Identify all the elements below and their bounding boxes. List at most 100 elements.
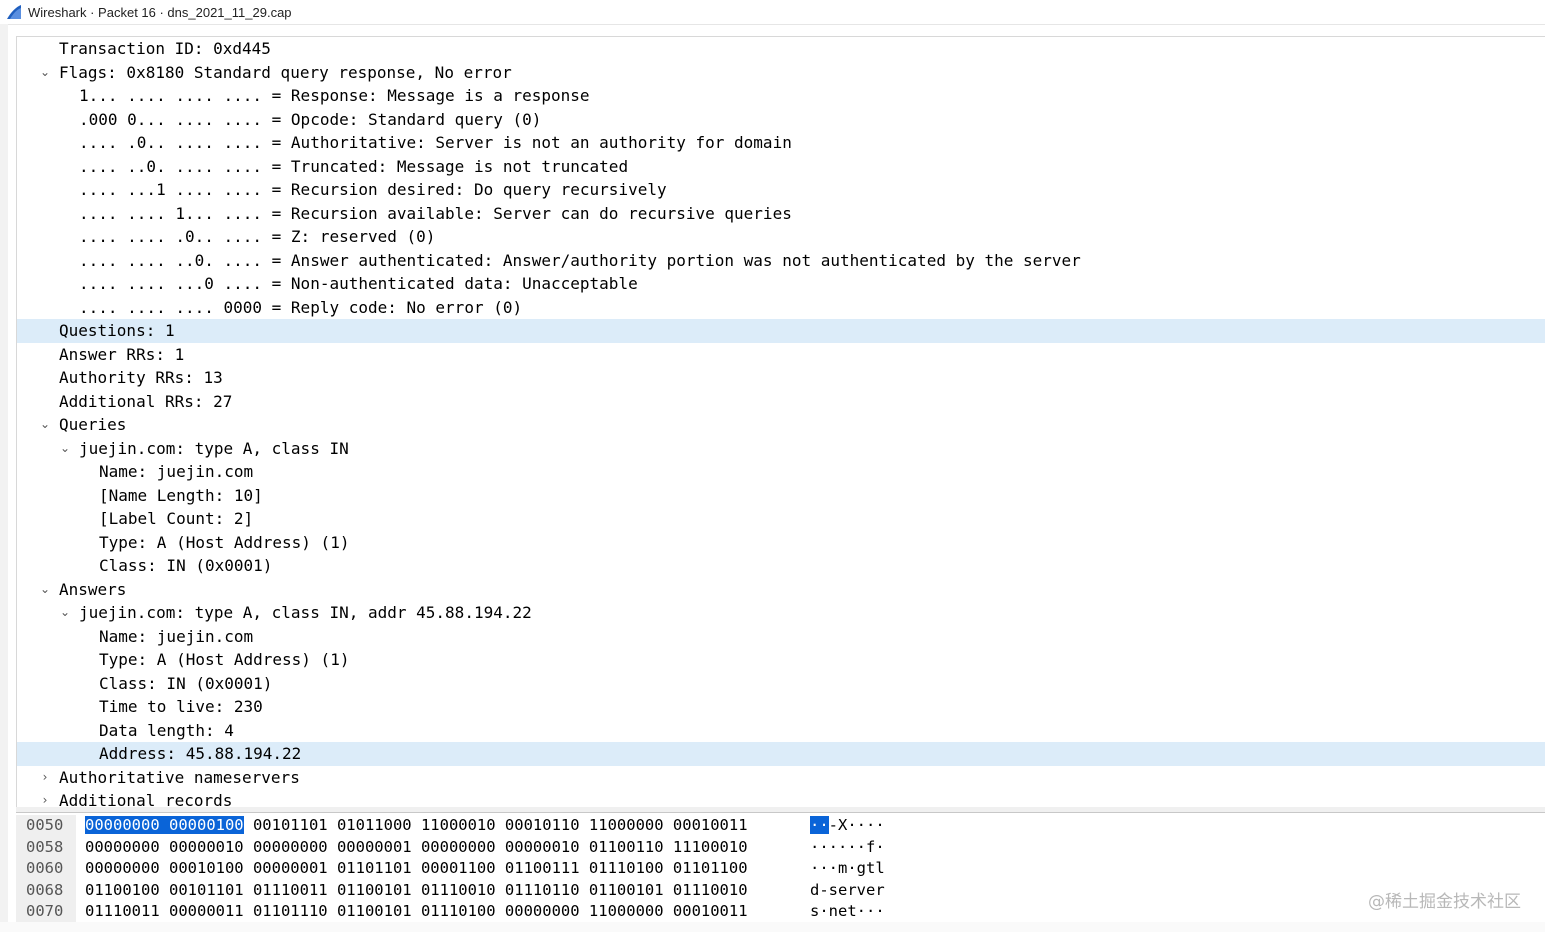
bytes-row[interactable]: 0060 00000000 00010100 00000001 01101101 …: [16, 858, 1545, 880]
tree-row-label: Authoritative nameservers: [59, 767, 300, 787]
tree-row[interactable]: ⌄ Flags: 0x8180 Standard query response, …: [17, 61, 1545, 85]
tree-row-label: .... ...1 .... .... = Recursion desired:…: [79, 180, 667, 199]
hex-bytes-text: 00000000 00000010 00000000 00000001 0000…: [85, 837, 748, 856]
hex-bytes-text: 00000000 00010100 00000001 01101101 0000…: [85, 859, 748, 878]
tree-row-label: .... .0.. .... .... = Authoritative: Ser…: [79, 133, 792, 152]
tree-row[interactable]: Transaction ID: 0xd445: [17, 37, 1545, 61]
tree-row[interactable]: .... .... 1... .... = Recursion availabl…: [17, 202, 1545, 226]
tree-row[interactable]: Name: juejin.com: [17, 625, 1545, 649]
chevron-down-icon[interactable]: ⌄: [59, 437, 71, 461]
selected-ascii[interactable]: ··: [810, 816, 829, 834]
tree-row[interactable]: [Name Length: 10]: [17, 484, 1545, 508]
tree-row[interactable]: ⌄ Queries: [17, 413, 1545, 437]
tree-row[interactable]: › Additional records: [17, 789, 1545, 808]
byte-offset: 0058: [16, 836, 76, 859]
hex-bytes-text: 01110011 00000011 01101110 01100101 0111…: [85, 902, 748, 921]
chevron-down-icon[interactable]: ⌄: [39, 413, 51, 437]
tree-row[interactable]: › Authoritative nameservers: [17, 766, 1545, 790]
tree-row[interactable]: Class: IN (0x0001): [17, 672, 1545, 696]
ascii-text: ···m·gtl: [810, 859, 885, 878]
tree-row[interactable]: [Label Count: 2]: [17, 507, 1545, 531]
tree-row-label: Type: A (Host Address) (1): [99, 532, 350, 552]
chevron-right-icon[interactable]: ›: [39, 766, 51, 790]
chevron-down-icon[interactable]: ⌄: [59, 601, 71, 625]
tree-row-label: Flags: 0x8180 Standard query response, N…: [59, 62, 512, 82]
left-gutter: [0, 24, 8, 932]
packet-details-pane[interactable]: Transaction ID: 0xd445 ⌄ Flags: 0x8180 Sta…: [16, 36, 1545, 808]
selected-bytes[interactable]: 00000000 00000100: [85, 816, 244, 834]
tree-row[interactable]: .... .0.. .... .... = Authoritative: Ser…: [17, 131, 1545, 155]
tree-row-label: .... .... .0.. .... = Z: reserved (0): [79, 227, 436, 246]
tree-row-label: Type: A (Host Address) (1): [99, 650, 350, 669]
tree-row-label: Name: juejin.com: [99, 462, 254, 481]
tree-row[interactable]: Class: IN (0x0001): [17, 554, 1545, 578]
tree-row-label: Transaction ID: 0xd445: [59, 39, 271, 58]
tree-row[interactable]: Data length: 4: [17, 719, 1545, 743]
ascii-text: ······f·: [810, 837, 885, 856]
tree-row[interactable]: 1... .... .... .... = Response: Message …: [17, 84, 1545, 108]
hex-bytes[interactable]: 01100100 00101101 01110011 01100101 0111…: [85, 880, 748, 902]
tree-row-label: Queries: [59, 415, 127, 434]
ascii-text: s·net···: [810, 902, 885, 921]
packet-bytes-pane[interactable]: 0050 00000000 00000100 00101101 01011000 …: [16, 812, 1545, 923]
tree-row-label: Additional records: [59, 791, 233, 808]
byte-offset: 0068: [16, 879, 76, 902]
ascii-bytes[interactable]: ······f·: [810, 837, 885, 859]
tree-row-label: .000 0... .... .... = Opcode: Standard q…: [79, 109, 542, 129]
tree-row[interactable]: Address: 45.88.194.22: [17, 742, 1545, 766]
ascii-bytes[interactable]: ···m·gtl: [810, 858, 885, 880]
tree-row[interactable]: ⌄ juejin.com: type A, class IN, addr 45.8…: [17, 601, 1545, 625]
ascii-bytes[interactable]: ··-X····: [810, 815, 885, 837]
tree-row-label: 1... .... .... .... = Response: Message …: [79, 86, 590, 105]
hex-bytes[interactable]: 00000000 00000010 00000000 00000001 0000…: [85, 837, 748, 859]
window-title: Wireshark · Packet 16 · dns_2021_11_29.c…: [28, 4, 292, 20]
tree-row-label: .... .... .... 0000 = Reply code: No err…: [79, 297, 523, 317]
tree-row-label: .... .... ..0. .... = Answer authenticat…: [79, 250, 1081, 270]
tree-row-label: Class: IN (0x0001): [99, 673, 273, 693]
tree-row[interactable]: .... .... .0.. .... = Z: reserved (0): [17, 225, 1545, 249]
tree-row[interactable]: Questions: 1: [17, 319, 1545, 343]
ascii-bytes[interactable]: s·net···: [810, 901, 885, 923]
tree-row-label: Data length: 4: [99, 720, 234, 740]
tree-row[interactable]: .000 0... .... .... = Opcode: Standard q…: [17, 108, 1545, 132]
tree-row-label: Questions: 1: [59, 321, 175, 340]
bytes-row[interactable]: 0050 00000000 00000100 00101101 01011000 …: [16, 815, 1545, 837]
tree-row[interactable]: .... ..0. .... .... = Truncated: Message…: [17, 155, 1545, 179]
bytes-row[interactable]: 0058 00000000 00000010 00000000 00000001 …: [16, 836, 1545, 859]
byte-offset: 0060: [16, 858, 76, 880]
bottom-edge: [0, 922, 1545, 932]
tree-row-label: Authority RRs: 13: [59, 368, 223, 387]
tree-row[interactable]: .... ...1 .... .... = Recursion desired:…: [17, 178, 1545, 202]
chevron-down-icon[interactable]: ⌄: [39, 61, 51, 85]
hex-bytes[interactable]: 01110011 00000011 01101110 01100101 0111…: [85, 901, 748, 923]
tree-row-label: Answers: [59, 579, 127, 599]
tree-row[interactable]: Authority RRs: 13: [17, 366, 1545, 390]
hex-bytes[interactable]: 00000000 00000100 00101101 01011000 1100…: [85, 815, 748, 837]
chevron-down-icon[interactable]: ⌄: [39, 578, 51, 602]
tree-row-label: juejin.com: type A, class IN: [79, 438, 349, 458]
hex-bytes[interactable]: 00000000 00010100 00000001 01101101 0000…: [85, 858, 748, 880]
tree-row[interactable]: ⌄ juejin.com: type A, class IN: [17, 437, 1545, 461]
ascii-text: d-server: [810, 880, 885, 899]
tree-row[interactable]: .... .... .... 0000 = Reply code: No err…: [17, 296, 1545, 320]
bytes-row[interactable]: 0070 01110011 00000011 01101110 01100101 …: [16, 901, 1545, 923]
watermark: @稀土掘金技术社区: [1368, 892, 1521, 912]
tree-row[interactable]: Additional RRs: 27: [17, 390, 1545, 414]
tree-row-label: juejin.com: type A, class IN, addr 45.88…: [79, 603, 532, 622]
tree-row[interactable]: .... .... ..0. .... = Answer authenticat…: [17, 249, 1545, 273]
tree-row-label: .... .... 1... .... = Recursion availabl…: [79, 203, 792, 223]
bytes-row[interactable]: 0068 01100100 00101101 01110011 01100101 …: [16, 879, 1545, 902]
tree-row[interactable]: Name: juejin.com: [17, 460, 1545, 484]
tree-row[interactable]: Time to live: 230: [17, 695, 1545, 719]
tree-row[interactable]: Answer RRs: 1: [17, 343, 1545, 367]
ascii-bytes[interactable]: d-server: [810, 880, 885, 902]
tree-row-label: .... ..0. .... .... = Truncated: Message…: [79, 156, 629, 176]
tree-row[interactable]: .... .... ...0 .... = Non-authenticated …: [17, 272, 1545, 296]
hex-bytes-text: 01100100 00101101 01110011 01100101 0111…: [85, 880, 748, 899]
tree-row[interactable]: ⌄ Answers: [17, 578, 1545, 602]
tree-row[interactable]: Type: A (Host Address) (1): [17, 648, 1545, 672]
tree-row-label: Answer RRs: 1: [59, 344, 185, 364]
chevron-right-icon[interactable]: ›: [39, 789, 51, 807]
window-titlebar: Wireshark · Packet 16 · dns_2021_11_29.c…: [0, 0, 1545, 25]
tree-row[interactable]: Type: A (Host Address) (1): [17, 531, 1545, 555]
